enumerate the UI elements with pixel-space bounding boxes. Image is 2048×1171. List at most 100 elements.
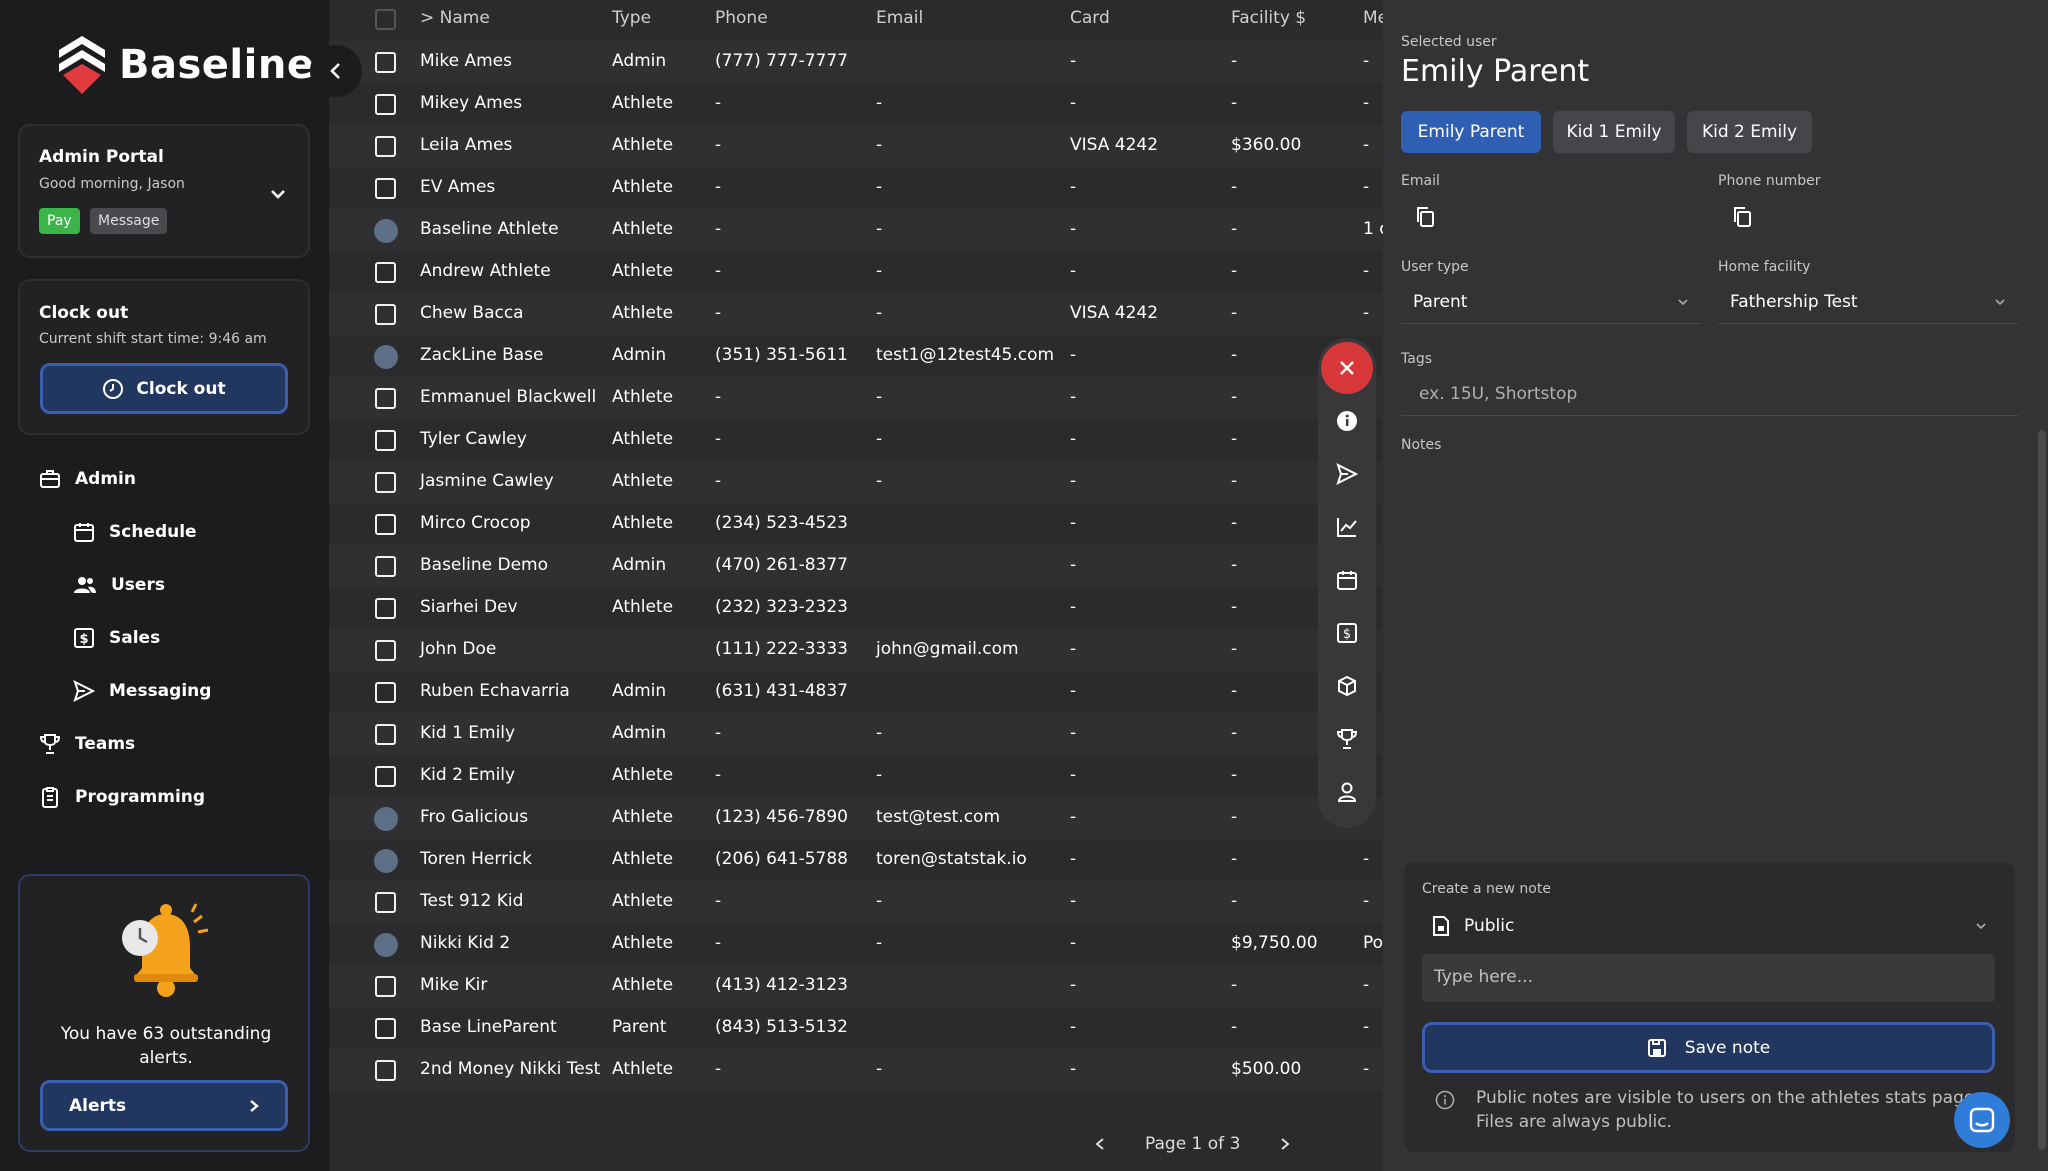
tab-kid-2-emily[interactable]: Kid 2 Emily <box>1687 111 1812 153</box>
copy-email-icon[interactable] <box>1415 206 1435 228</box>
payments-button[interactable]: $ <box>1334 620 1360 646</box>
avatar[interactable] <box>374 345 398 369</box>
profile-button[interactable] <box>1334 779 1360 805</box>
teams-button[interactable] <box>1334 726 1360 752</box>
table-row[interactable]: Mirco Crocop Athlete (234) 523-4523 - - <box>329 503 1383 545</box>
col-header-card[interactable]: Card <box>1070 8 1110 28</box>
cell-name[interactable]: Kid 1 Emily <box>420 723 515 743</box>
row-checkbox[interactable] <box>375 52 396 73</box>
tab-emily-parent[interactable]: Emily Parent <box>1401 111 1541 153</box>
table-row[interactable]: Base LineParent Parent (843) 513-5132 - - - <box>329 1007 1383 1049</box>
row-checkbox[interactable] <box>375 892 396 913</box>
nav-sales[interactable]: $ Sales <box>73 627 160 649</box>
col-header-me[interactable]: Me <box>1363 8 1383 28</box>
tab-kid-1-emily[interactable]: Kid 1 Emily <box>1553 111 1675 153</box>
col-header-name[interactable]: > Name <box>420 8 490 28</box>
cell-name[interactable]: Emmanuel Blackwell <box>420 387 596 407</box>
cell-name[interactable]: Siarhei Dev <box>420 597 518 617</box>
avatar[interactable] <box>374 933 398 957</box>
nav-messaging[interactable]: Messaging <box>73 680 211 702</box>
nav-schedule[interactable]: Schedule <box>73 521 197 543</box>
col-header-phone[interactable]: Phone <box>715 8 768 28</box>
row-checkbox[interactable] <box>375 178 396 199</box>
table-row[interactable]: Baseline Demo Admin (470) 261-8377 - - <box>329 545 1383 587</box>
user-type-select[interactable]: Parent <box>1401 280 1701 324</box>
prev-page-icon[interactable] <box>1095 1137 1105 1151</box>
collapse-sidebar-button[interactable] <box>310 45 362 97</box>
cell-name[interactable]: Test 912 Kid <box>420 891 523 911</box>
cell-name[interactable]: Fro Galicious <box>420 807 528 827</box>
cell-name[interactable]: Toren Herrick <box>420 849 532 869</box>
nav-programming[interactable]: Programming <box>39 786 205 808</box>
cell-name[interactable]: Ruben Echavarria <box>420 681 570 701</box>
row-checkbox[interactable] <box>375 724 396 745</box>
chevron-down-icon[interactable] <box>270 188 286 200</box>
cell-name[interactable]: John Doe <box>420 639 496 659</box>
row-checkbox[interactable] <box>375 1018 396 1039</box>
cell-name[interactable]: ZackLine Base <box>420 345 543 365</box>
panel-scrollbar[interactable] <box>2038 430 2046 1150</box>
stats-button[interactable] <box>1334 514 1360 540</box>
table-row[interactable]: Andrew Athlete Athlete - - - - - <box>329 251 1383 293</box>
logo[interactable]: Baseline <box>57 34 314 96</box>
note-input[interactable]: Type here... <box>1422 954 1995 1002</box>
avatar[interactable] <box>374 807 398 831</box>
clock-out-button[interactable]: Clock out <box>40 363 288 414</box>
cell-name[interactable]: 2nd Money Nikki Test <box>420 1059 600 1079</box>
alerts-button[interactable]: Alerts <box>40 1080 288 1131</box>
row-checkbox[interactable] <box>375 94 396 115</box>
table-row[interactable]: Ruben Echavarria Admin (631) 431-4837 - - <box>329 671 1383 713</box>
row-checkbox[interactable] <box>375 472 396 493</box>
table-row[interactable]: Tyler Cawley Athlete - - - - <box>329 419 1383 461</box>
cell-name[interactable]: Leila Ames <box>420 135 512 155</box>
table-row[interactable]: Emmanuel Blackwell Athlete - - - - <box>329 377 1383 419</box>
table-row[interactable]: Mikey Ames Athlete - - - - - <box>329 83 1383 125</box>
row-checkbox[interactable] <box>375 976 396 997</box>
table-row[interactable]: Fro Galicious Athlete (123) 456-7890 test@t… <box>329 797 1383 839</box>
next-page-icon[interactable] <box>1280 1137 1290 1151</box>
col-header-email[interactable]: Email <box>876 8 923 28</box>
avatar[interactable] <box>374 849 398 873</box>
col-header-facility[interactable]: Facility $ <box>1231 8 1306 28</box>
close-button[interactable] <box>1321 342 1373 394</box>
table-row[interactable]: Kid 1 Emily Admin - - - - <box>329 713 1383 755</box>
row-checkbox[interactable] <box>375 1060 396 1081</box>
col-header-type[interactable]: Type <box>612 8 651 28</box>
row-checkbox[interactable] <box>375 430 396 451</box>
row-checkbox[interactable] <box>375 598 396 619</box>
tags-input[interactable]: ex. 15U, Shortstop <box>1401 372 2018 416</box>
cell-name[interactable]: EV Ames <box>420 177 495 197</box>
table-row[interactable]: Test 912 Kid Athlete - - - - - <box>329 881 1383 923</box>
row-checkbox[interactable] <box>375 514 396 535</box>
cell-name[interactable]: Mirco Crocop <box>420 513 531 533</box>
table-row[interactable]: Mike Kir Athlete (413) 412-3123 - - - <box>329 965 1383 1007</box>
row-checkbox[interactable] <box>375 304 396 325</box>
table-row[interactable]: Leila Ames Athlete - - VISA 4242 $360.00 - <box>329 125 1383 167</box>
cell-name[interactable]: Mike Kir <box>420 975 487 995</box>
pay-button[interactable]: Pay <box>39 208 80 234</box>
row-checkbox[interactable] <box>375 262 396 283</box>
row-checkbox[interactable] <box>375 640 396 661</box>
table-row[interactable]: Siarhei Dev Athlete (232) 323-2323 - - <box>329 587 1383 629</box>
table-row[interactable]: Jasmine Cawley Athlete - - - - <box>329 461 1383 503</box>
chat-launcher[interactable] <box>1954 1092 2010 1148</box>
nav-admin[interactable]: Admin <box>39 468 136 490</box>
cell-name[interactable]: Baseline Demo <box>420 555 548 575</box>
row-checkbox[interactable] <box>375 682 396 703</box>
avatar[interactable] <box>374 219 398 243</box>
table-row[interactable]: Nikki Kid 2 Athlete - - - $9,750.00 Po <box>329 923 1383 965</box>
cell-name[interactable]: Andrew Athlete <box>420 261 551 281</box>
nav-users[interactable]: Users <box>73 574 165 596</box>
visibility-select[interactable]: Public <box>1422 904 1995 948</box>
info-button[interactable] <box>1334 408 1360 434</box>
message-button[interactable]: Message <box>90 208 168 234</box>
cell-name[interactable]: Nikki Kid 2 <box>420 933 510 953</box>
message-user-button[interactable] <box>1334 461 1360 487</box>
cell-name[interactable]: Tyler Cawley <box>420 429 527 449</box>
row-checkbox[interactable] <box>375 388 396 409</box>
select-all-checkbox[interactable] <box>375 9 396 30</box>
cell-name[interactable]: Baseline Athlete <box>420 219 559 239</box>
cell-name[interactable]: Jasmine Cawley <box>420 471 554 491</box>
row-checkbox[interactable] <box>375 556 396 577</box>
copy-phone-icon[interactable] <box>1732 206 1752 228</box>
